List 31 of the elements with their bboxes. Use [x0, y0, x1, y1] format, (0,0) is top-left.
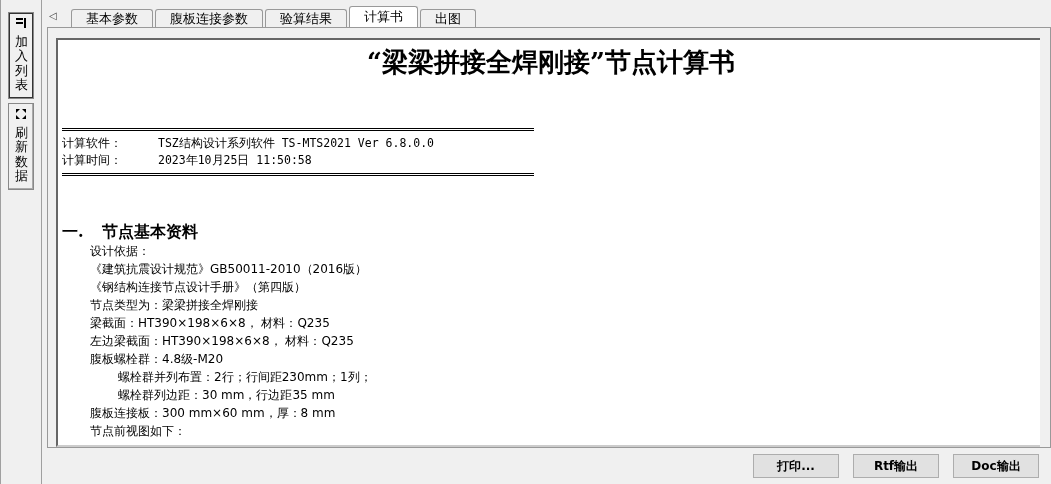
tab[interactable]: 计算书 [348, 6, 418, 27]
document-line: 《建筑抗震设计规范》GB50011-2010（2016版） [90, 261, 368, 278]
document-line: 设计依据： [90, 243, 150, 260]
info-label: 计算软件： [62, 135, 123, 152]
document-line: 左边梁截面：HT390×198×6×8， 材料：Q235 [90, 333, 354, 350]
doc-export-button[interactable]: Doc输出 [953, 454, 1039, 478]
info-value: 2023年10月25日 11:50:58 [158, 152, 312, 169]
tab-scroll-left[interactable]: ◁ [49, 10, 57, 21]
section-title: 节点基本资料 [102, 222, 198, 242]
info-value: TSZ结构设计系列软件 TS-MTS2021 Ver 6.8.0.0 [158, 135, 434, 152]
document-line: 梁截面：HT390×198×6×8， 材料：Q235 [90, 315, 330, 332]
document-title: “梁梁拼接全焊刚接”节点计算书 [366, 46, 736, 79]
document-line: 节点类型为：梁梁拼接全焊刚接 [90, 297, 258, 314]
document-line: 腹板连接板：300 mm×60 mm，厚：8 mm [90, 405, 336, 422]
document-line: 腹板螺栓群：4.8级-M20 [90, 351, 224, 368]
add-to-list-button[interactable]: 加入列表 [8, 12, 34, 100]
expand-arrows-icon [15, 108, 27, 121]
tab[interactable]: 腹板连接参数 [154, 9, 263, 27]
document-line: 《钢结构连接节点设计手册》（第四版） [90, 279, 306, 296]
print-button[interactable]: 打印... [753, 454, 839, 478]
rtf-export-button[interactable]: Rtf输出 [853, 454, 939, 478]
document-line: 螺栓群列边距：30 mm，行边距35 mm [118, 387, 335, 404]
tab[interactable]: 出图 [419, 9, 476, 27]
section-number: 一. [62, 222, 85, 242]
tab[interactable]: 验算结果 [264, 9, 347, 27]
refresh-data-button[interactable]: 刷新数据 [8, 103, 34, 191]
document-line: 螺栓群并列布置：2行；行间距230mm；1列； [118, 369, 372, 386]
info-label: 计算时间： [62, 152, 123, 169]
tab[interactable]: 基本参数 [70, 9, 153, 27]
list-icon [15, 17, 27, 29]
document-line: 节点前视图如下： [90, 423, 186, 440]
